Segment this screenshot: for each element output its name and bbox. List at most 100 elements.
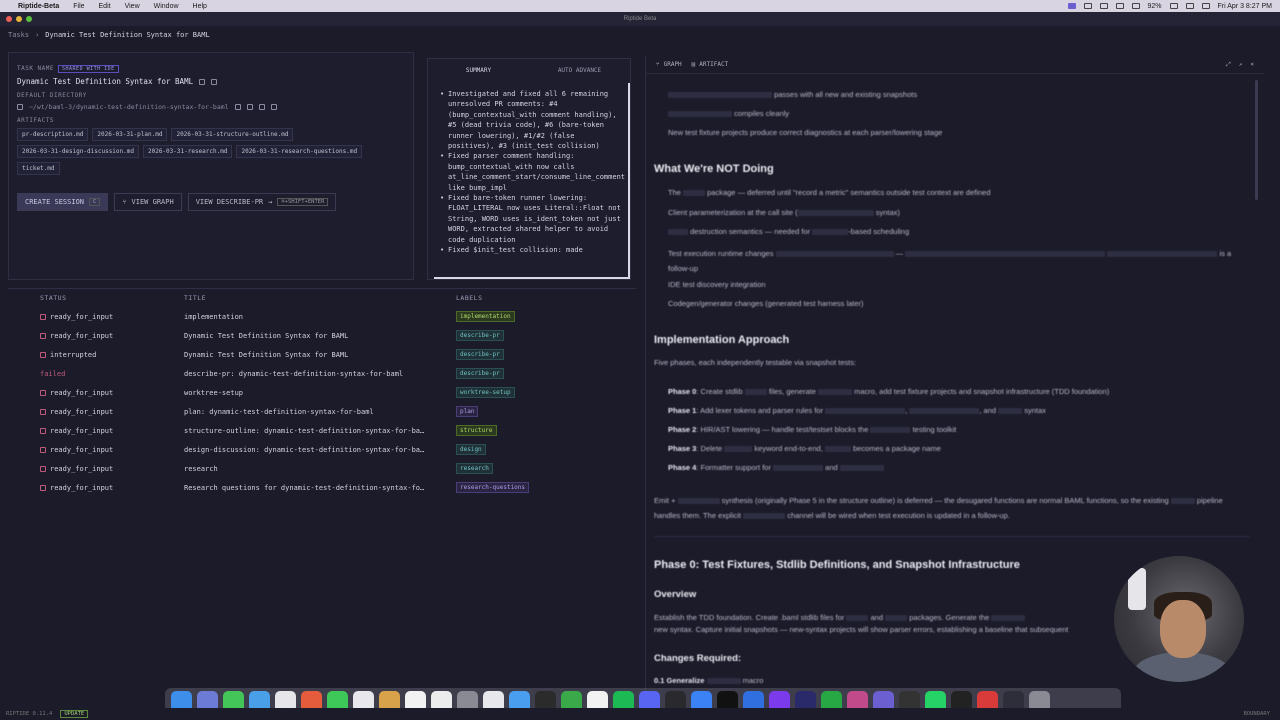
- share-icon[interactable]: [211, 78, 218, 85]
- tray-icon[interactable]: [1083, 3, 1092, 9]
- doc-text: : Delete: [696, 444, 723, 453]
- default-directory: ~/wt/baml-3/dynamic-test-definition-synt…: [17, 103, 405, 111]
- copy-icon[interactable]: [246, 104, 253, 110]
- edit-icon[interactable]: [199, 78, 206, 85]
- task-title: structure-outline: dynamic-test-definiti…: [184, 426, 425, 435]
- menu-file[interactable]: File: [73, 3, 84, 10]
- clock[interactable]: Fri Apr 3 8:27 PM: [1218, 3, 1272, 10]
- scrollbar[interactable]: [1255, 80, 1258, 200]
- battery-icon[interactable]: [1169, 3, 1178, 9]
- arrow-right-icon: →: [268, 198, 273, 206]
- create-session-button[interactable]: CREATE SESSION C: [17, 193, 109, 211]
- table-row[interactable]: ready_for_input implementation implement…: [8, 307, 636, 326]
- phase-label: Phase 4: [668, 463, 697, 472]
- status-icon: [40, 408, 46, 415]
- summary-bullet: Fixed bare-token runner lowering: FLOAT_…: [440, 193, 622, 245]
- heading-not-doing: What We're NOT Doing: [654, 163, 774, 175]
- doc-text: Five phases, each independently testable…: [654, 358, 857, 367]
- header-labels[interactable]: LABELS: [456, 294, 616, 302]
- table-row[interactable]: failed describe-pr: dynamic-test-definit…: [8, 364, 636, 383]
- view-describe-pr-button[interactable]: VIEW DESCRIBE-PR → ⌘+SHIFT+ENTER: [187, 193, 337, 211]
- phase-label: Phase 3: [668, 444, 697, 453]
- task-title: Dynamic Test Definition Syntax for BAML: [184, 331, 349, 340]
- breadcrumb: Tasks › Dynamic Test Definition Syntax for…: [8, 31, 210, 39]
- close-icon[interactable]: ×: [1250, 61, 1254, 69]
- artifact-chip[interactable]: 2026-03-31-research.md: [142, 145, 233, 158]
- label-badge: worktree-setup: [456, 387, 515, 398]
- artifact-chip[interactable]: 2026-03-31-research-questions.md: [236, 145, 363, 158]
- label-badge: research: [456, 463, 493, 474]
- screen-record-icon[interactable]: [1067, 3, 1076, 9]
- table-row[interactable]: ready_for_input Dynamic Test Definition …: [8, 326, 636, 345]
- table-row[interactable]: ready_for_input worktree-setup worktree-…: [8, 383, 636, 402]
- table-row[interactable]: ready_for_input Research questions for d…: [8, 478, 636, 497]
- wifi-icon[interactable]: [1185, 3, 1194, 9]
- expand-icon[interactable]: ⤢: [1226, 61, 1231, 69]
- artifact-chip[interactable]: pr-description.md: [17, 128, 89, 141]
- status-icon: [40, 332, 46, 339]
- task-title: describe-pr: dynamic-test-definition-syn…: [184, 369, 404, 378]
- update-button[interactable]: UPDATE: [60, 710, 89, 718]
- task-title: design-discussion: dynamic-test-definiti…: [184, 445, 425, 454]
- doc-text: testing toolkit: [912, 425, 957, 434]
- table-row[interactable]: ready_for_input structure-outline: dynam…: [8, 421, 636, 440]
- breadcrumb-tasks-link[interactable]: Tasks: [8, 31, 29, 39]
- tray-icon[interactable]: [1099, 3, 1108, 9]
- artifact-chip[interactable]: ticket.md: [17, 162, 60, 175]
- view-describe-label: VIEW DESCRIBE-PR: [195, 198, 264, 206]
- header-status[interactable]: STATUS: [8, 294, 184, 302]
- menu-app-name[interactable]: Riptide-Beta: [18, 3, 59, 10]
- view-graph-button[interactable]: ⑂ VIEW GRAPH: [114, 193, 182, 211]
- edit-icon[interactable]: [234, 104, 241, 110]
- status-text: ready_for_input: [50, 426, 114, 435]
- person-face: [1160, 600, 1206, 658]
- doc-line: IDE test discovery integration: [668, 280, 766, 289]
- doc-text: : Formatter support for: [696, 463, 771, 472]
- heading-overview: Overview: [654, 589, 697, 600]
- tray-icon[interactable]: [1115, 3, 1124, 9]
- doc-text: syntax): [875, 208, 900, 217]
- menu-help[interactable]: Help: [193, 3, 207, 10]
- task-name-label: TASK NAME SHARED WITH IDE: [17, 65, 405, 73]
- artifact-chip[interactable]: 2026-03-31-structure-outline.md: [171, 128, 294, 141]
- create-session-label: CREATE SESSION: [25, 198, 85, 206]
- artifact-chip[interactable]: 2026-03-31-design-discussion.md: [17, 145, 139, 158]
- table-row[interactable]: interrupted Dynamic Test Definition Synt…: [8, 345, 636, 364]
- close-window-button[interactable]: [6, 16, 12, 22]
- task-title: worktree-setup: [184, 388, 244, 397]
- artifact-chip[interactable]: 2026-03-31-plan.md: [92, 128, 168, 141]
- table-row[interactable]: ready_for_input research research: [8, 459, 636, 478]
- doc-text: IDE test discovery integration: [668, 280, 766, 289]
- header-title[interactable]: TITLE: [184, 294, 456, 302]
- external-link-icon[interactable]: ↗: [1239, 61, 1243, 69]
- divider: [654, 536, 1250, 537]
- label-badge: implementation: [456, 311, 515, 322]
- battery-percent: 92%: [1147, 2, 1162, 10]
- minimize-window-button[interactable]: [16, 16, 22, 22]
- tab-graph[interactable]: ⑂ GRAPH: [656, 61, 682, 68]
- graph-icon: ⑂: [656, 61, 660, 68]
- summary-panel: SUMMARY AUTO ADVANCE Investigated and fi…: [427, 58, 631, 280]
- control-center-icon[interactable]: [1201, 3, 1210, 9]
- terminal-icon[interactable]: [270, 104, 277, 110]
- phase-label: Phase 1: [668, 406, 697, 415]
- tray-icon[interactable]: [1131, 3, 1140, 9]
- status-text: ready_for_input: [50, 445, 114, 454]
- zoom-window-button[interactable]: [26, 16, 32, 22]
- status-text: ready_for_input: [50, 388, 114, 397]
- summary-list: Investigated and fixed all 6 remaining u…: [440, 89, 625, 256]
- open-folder-icon[interactable]: [258, 104, 265, 110]
- session-actions: CREATE SESSION C ⑂ VIEW GRAPH VIEW DESCR…: [17, 193, 405, 211]
- tab-summary[interactable]: SUMMARY: [428, 63, 529, 74]
- doc-text: Client parameterization at the call site…: [668, 208, 798, 217]
- table-row[interactable]: ready_for_input plan: dynamic-test-defin…: [8, 402, 636, 421]
- table-row[interactable]: ready_for_input design-discussion: dynam…: [8, 440, 636, 459]
- tab-auto-advance[interactable]: AUTO ADVANCE: [529, 63, 630, 74]
- menu-edit[interactable]: Edit: [99, 3, 111, 10]
- doc-line: Codegen/generator changes (generated tes…: [668, 299, 864, 308]
- tab-artifact[interactable]: ▤ ARTIFACT: [692, 61, 729, 68]
- menu-view[interactable]: View: [125, 3, 140, 10]
- doc-line: Five phases, each independently testable…: [654, 358, 856, 367]
- menu-window[interactable]: Window: [154, 3, 179, 10]
- status-icons: 92% Fri Apr 3 8:27 PM: [1067, 2, 1272, 10]
